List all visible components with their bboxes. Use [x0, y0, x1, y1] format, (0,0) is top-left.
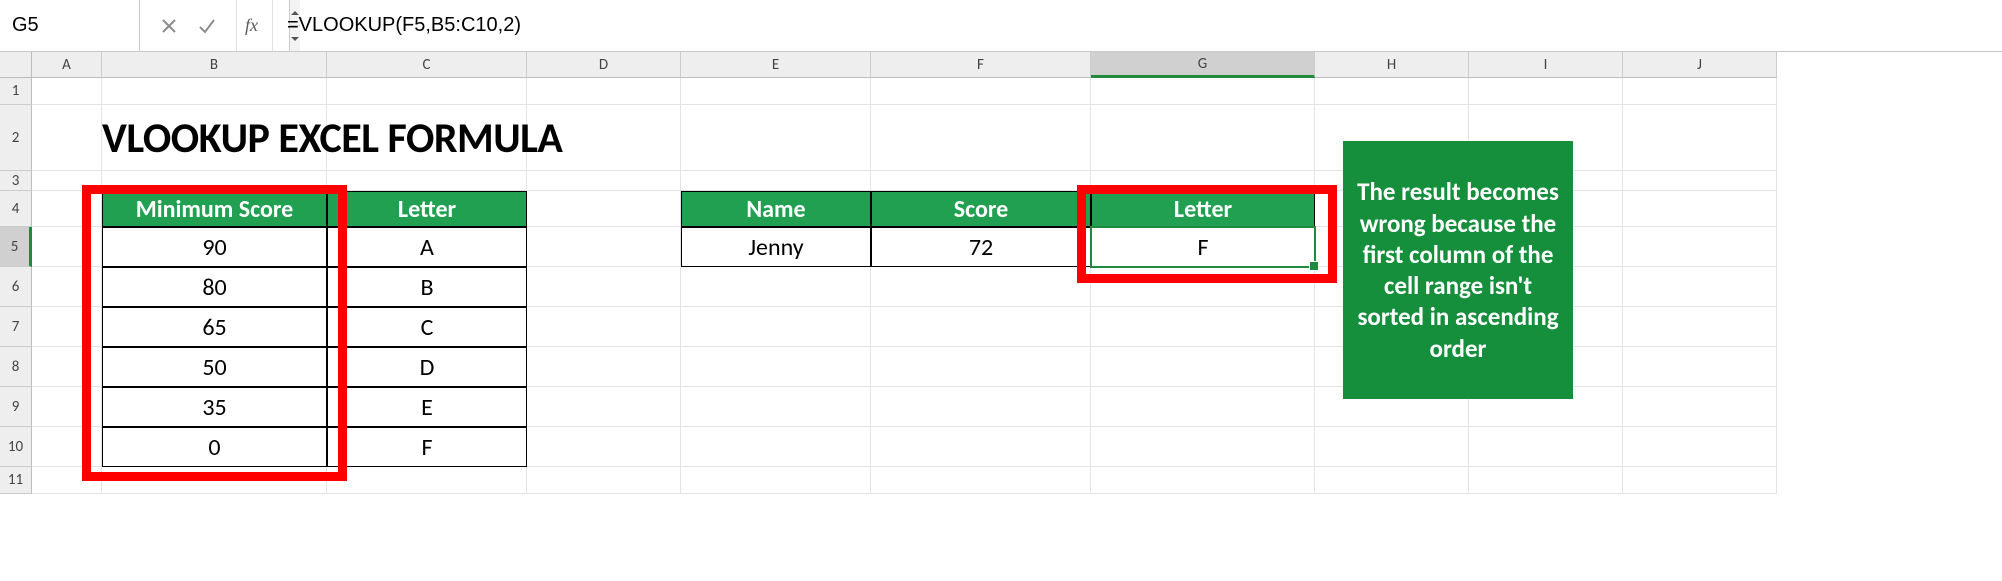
table1-cell-C9: E — [327, 387, 527, 427]
select-all-corner[interactable] — [0, 52, 32, 78]
col-header-B[interactable]: B — [102, 52, 327, 78]
table1-cell-B5: 90 — [102, 227, 327, 267]
table1-header-letter: Letter — [327, 191, 527, 227]
col-header-E[interactable]: E — [681, 52, 871, 78]
column-headers: ABCDEFGHIJ — [32, 52, 2002, 78]
row-header-4[interactable]: 4 — [0, 191, 32, 227]
table2-cell-letter: F — [1091, 227, 1315, 267]
fx-label[interactable]: fx — [237, 0, 273, 51]
row-header-11[interactable]: 11 — [0, 467, 32, 494]
table1-cell-C6: B — [327, 267, 527, 307]
row-header-5[interactable]: 5 — [0, 227, 32, 267]
col-header-D[interactable]: D — [527, 52, 681, 78]
row-header-7[interactable]: 7 — [0, 307, 32, 347]
col-header-J[interactable]: J — [1623, 52, 1777, 78]
worksheet-window: fx ABCDEFGHIJ 1234567891011 VLOOKUP EXCE… — [0, 0, 2002, 581]
row-header-8[interactable]: 8 — [0, 347, 32, 387]
table1-cell-C5: A — [327, 227, 527, 267]
table1-cell-C8: D — [327, 347, 527, 387]
name-box-container — [0, 0, 140, 51]
table1-cell-B9: 35 — [102, 387, 327, 427]
row-header-10[interactable]: 10 — [0, 427, 32, 467]
row-header-2[interactable]: 2 — [0, 105, 32, 171]
col-header-A[interactable]: A — [32, 52, 102, 78]
col-header-I[interactable]: I — [1469, 52, 1623, 78]
table1-cell-B7: 65 — [102, 307, 327, 347]
table1-cell-B8: 50 — [102, 347, 327, 387]
formula-input[interactable] — [273, 0, 2002, 51]
row-headers: 1234567891011 — [0, 78, 32, 494]
row-header-6[interactable]: 6 — [0, 267, 32, 307]
table2-header-score: Score — [871, 191, 1091, 227]
accept-formula-button[interactable] — [192, 11, 222, 41]
table2-cell-name: Jenny — [681, 227, 871, 267]
table2-cell-score: 72 — [871, 227, 1091, 267]
col-header-G[interactable]: G — [1091, 52, 1315, 78]
row-header-1[interactable]: 1 — [0, 78, 32, 105]
table1-header-min-score: Minimum Score — [102, 191, 327, 227]
formula-bar: fx — [0, 0, 2002, 52]
grid: ABCDEFGHIJ 1234567891011 VLOOKUP EXCEL F… — [0, 52, 2002, 581]
table2-header-name: Name — [681, 191, 871, 227]
col-header-C[interactable]: C — [327, 52, 527, 78]
col-header-F[interactable]: F — [871, 52, 1091, 78]
row-header-9[interactable]: 9 — [0, 387, 32, 427]
col-header-H[interactable]: H — [1315, 52, 1469, 78]
table1-cell-C10: F — [327, 427, 527, 467]
formula-bar-buttons — [140, 0, 237, 51]
table1-cell-B6: 80 — [102, 267, 327, 307]
table2-header-letter: Letter — [1091, 191, 1315, 227]
cancel-formula-button[interactable] — [154, 11, 184, 41]
table1-cell-B10: 0 — [102, 427, 327, 467]
row-header-3[interactable]: 3 — [0, 171, 32, 191]
table1-cell-C7: C — [327, 307, 527, 347]
